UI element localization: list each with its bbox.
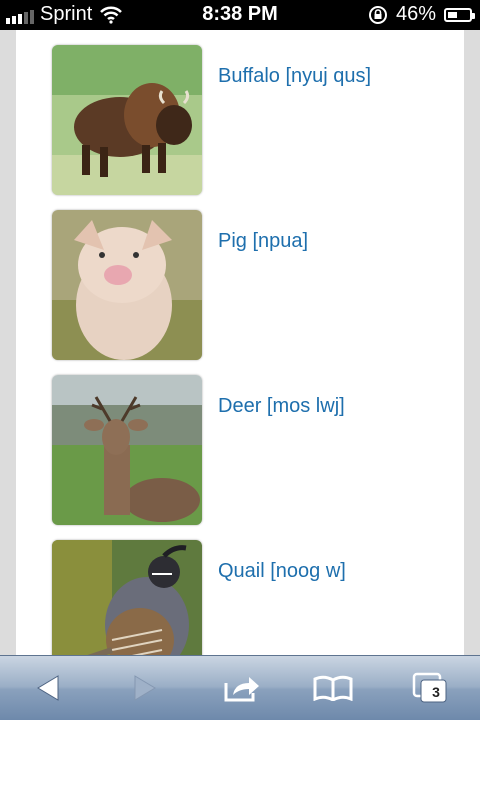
list-item-deer[interactable]: Deer [mos lwj] — [52, 375, 452, 525]
pig-photo[interactable] — [52, 210, 202, 360]
forward-arrow-icon — [134, 675, 156, 701]
animal-link-deer[interactable]: Deer [mos lwj] — [218, 395, 345, 418]
deer-photo[interactable] — [52, 375, 202, 525]
share-icon — [224, 677, 259, 702]
tabs-button[interactable]: 3 — [406, 668, 454, 708]
share-button[interactable] — [218, 668, 266, 708]
browser-toolbar: 3 — [0, 655, 480, 720]
forward-button[interactable] — [121, 668, 169, 708]
list-item-quail[interactable]: Quail [noog w] — [52, 540, 452, 655]
list-item-pig[interactable]: Pig [npua] — [52, 210, 452, 360]
quail-photo[interactable] — [52, 540, 202, 655]
status-bar: Sprint 8:38 PM 46% — [0, 0, 480, 30]
battery-percent: 46% — [395, 3, 436, 25]
tab-count: 3 — [432, 684, 440, 700]
bookmarks-button[interactable] — [309, 668, 357, 708]
status-bar-right: 46% — [368, 3, 475, 26]
animal-link-buffalo[interactable]: Buffalo [nyuj qus] — [218, 65, 371, 88]
list-item-buffalo[interactable]: Buffalo [nyuj qus] — [52, 45, 452, 195]
battery-icon — [444, 7, 475, 22]
browser-viewport[interactable]: Buffalo [nyuj qus] Pig [npua] Deer [mos … — [0, 30, 480, 655]
back-button[interactable] — [24, 668, 72, 708]
buffalo-photo[interactable] — [52, 45, 202, 195]
page-content: Buffalo [nyuj qus] Pig [npua] Deer [mos … — [16, 30, 464, 655]
battery-level — [448, 11, 457, 18]
animal-link-quail[interactable]: Quail [noog w] — [218, 560, 346, 583]
bookmarks-book-icon — [313, 675, 353, 701]
rotation-lock-icon — [368, 5, 387, 24]
back-arrow-icon — [37, 675, 59, 701]
animal-link-pig[interactable]: Pig [npua] — [218, 230, 308, 253]
